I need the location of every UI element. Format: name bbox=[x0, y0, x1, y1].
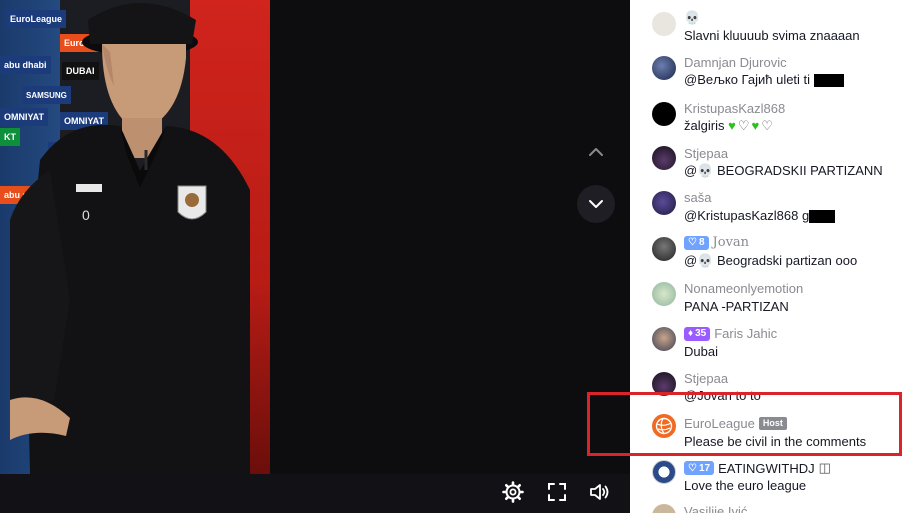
chat-text: Love the euro league bbox=[684, 478, 807, 493]
chat-text: @💀 Beogradski partizan ooo bbox=[684, 253, 858, 268]
video-control-bar bbox=[0, 474, 630, 513]
chat-username[interactable]: Vasilije Ivić bbox=[684, 504, 747, 513]
redaction-box bbox=[813, 74, 844, 88]
chat-username[interactable]: 💀 bbox=[684, 10, 700, 26]
white-heart-icon: ♡ bbox=[737, 118, 750, 133]
chat-username[interactable]: ♦ 35 Faris Jahic bbox=[684, 326, 777, 341]
chat-message: Nonameonlyemotion PANA -PARTIZAN bbox=[630, 276, 906, 322]
chevron-down-icon bbox=[589, 200, 603, 208]
avatar[interactable] bbox=[652, 191, 676, 215]
fan-level-badge: ♦ 35 bbox=[684, 326, 711, 341]
avatar[interactable] bbox=[652, 237, 676, 261]
gear-icon bbox=[502, 481, 524, 503]
bowl-emoji-icon: ◫ bbox=[818, 460, 831, 475]
avatar[interactable] bbox=[652, 102, 676, 126]
volume-icon bbox=[590, 484, 609, 500]
chat-message: KristupasKazl868 žalgiris ♥ ♡ ♥ ♡ bbox=[630, 92, 906, 138]
fan-level-badge: ♡ 17 bbox=[684, 461, 715, 475]
chat-text: @💀 BEOGRADSKII PARTIZANN bbox=[684, 163, 883, 178]
highlight-box bbox=[587, 392, 902, 456]
heart-badge-icon: ♡ bbox=[688, 462, 697, 474]
fan-level-badge: ♡ 8 bbox=[684, 235, 709, 250]
previous-video-button[interactable] bbox=[577, 133, 615, 171]
chat-username[interactable]: Stjepaa bbox=[684, 371, 728, 386]
avatar[interactable] bbox=[652, 282, 676, 306]
live-video-stage[interactable]: EuroLeague EuroLeague abu dhabi DUBAI OM… bbox=[0, 0, 630, 513]
chat-message: ♡ 8 Jovan @💀 Beogradski partizan ooo bbox=[630, 230, 906, 276]
green-heart-icon: ♥ bbox=[728, 118, 736, 133]
settings-button[interactable] bbox=[501, 480, 525, 504]
chevron-up-icon bbox=[589, 148, 603, 156]
avatar[interactable] bbox=[652, 327, 676, 351]
chat-username[interactable]: Nonameonlyemotion bbox=[684, 281, 803, 296]
chat-username[interactable]: ♡ 17 EATINGWITHDJ ◫ bbox=[684, 460, 831, 476]
avatar[interactable] bbox=[652, 460, 676, 484]
chat-text: PANA -PARTIZAN bbox=[684, 299, 789, 314]
avatar[interactable] bbox=[652, 56, 676, 80]
avatar[interactable] bbox=[652, 504, 676, 513]
chat-message: saša @KristupasKazl868 g bbox=[630, 184, 906, 230]
chat-text: Slavni kluuuub svima znaaaan bbox=[684, 28, 860, 43]
chat-message: Damnjan Djurovic @Вељко Гајић uleti ti bbox=[630, 46, 906, 92]
volume-button[interactable] bbox=[587, 480, 611, 504]
chat-text: @KristupasKazl868 g bbox=[684, 208, 836, 224]
redaction-box bbox=[809, 210, 836, 224]
chat-message: ♦ 35 Faris Jahic Dubai bbox=[630, 322, 906, 368]
chat-username[interactable]: Damnjan Djurovic bbox=[684, 55, 787, 70]
player-figure: 0 bbox=[10, 3, 250, 474]
chat-text: žalgiris ♥ ♡ ♥ ♡ bbox=[684, 118, 773, 133]
video-frame[interactable]: EuroLeague EuroLeague abu dhabi DUBAI OM… bbox=[0, 0, 270, 474]
chat-username[interactable]: ♡ 8 Jovan bbox=[684, 235, 749, 250]
avatar[interactable] bbox=[652, 146, 676, 170]
svg-text:0: 0 bbox=[82, 207, 90, 223]
fullscreen-button[interactable] bbox=[545, 480, 569, 504]
white-heart-icon: ♡ bbox=[761, 118, 773, 133]
chat-message: Stjepaa @💀 BEOGRADSKII PARTIZANN bbox=[630, 138, 906, 184]
chat-username[interactable]: saša bbox=[684, 190, 711, 205]
chat-username[interactable]: KristupasKazl868 bbox=[684, 101, 785, 116]
chat-text: @Вељко Гајић uleti ti bbox=[684, 72, 844, 88]
heart-badge-icon: ♡ bbox=[688, 237, 697, 248]
chat-message: 💀 Slavni kluuuub svima znaaaan bbox=[630, 0, 906, 46]
fullscreen-icon bbox=[548, 483, 566, 501]
avatar[interactable] bbox=[652, 12, 676, 36]
green-heart-icon: ♥ bbox=[751, 118, 760, 133]
chat-text: Dubai bbox=[684, 344, 718, 359]
chat-username[interactable]: Stjepaa bbox=[684, 146, 728, 161]
chat-message: ♡ 17 EATINGWITHDJ ◫ Love the euro league bbox=[630, 450, 906, 496]
chat-message: Vasilije Ivić bbox=[630, 496, 906, 513]
gem-badge-icon: ♦ bbox=[688, 328, 694, 339]
next-video-button[interactable] bbox=[577, 185, 615, 223]
